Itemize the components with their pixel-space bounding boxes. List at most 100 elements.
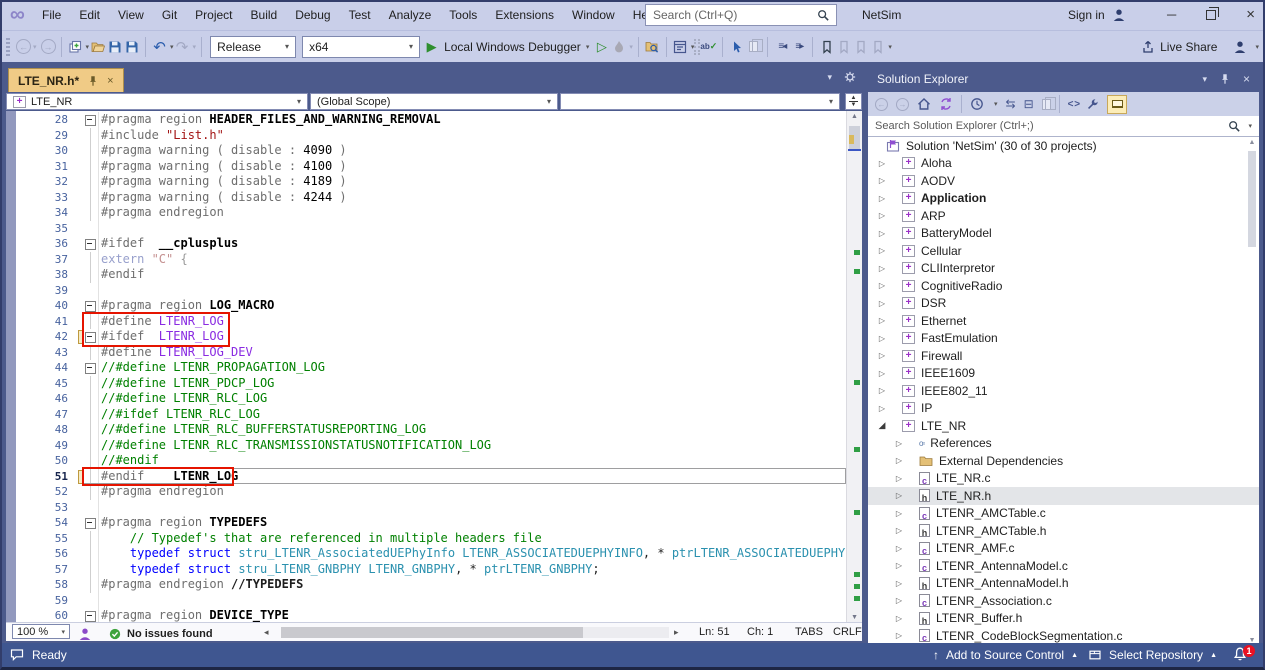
line-number[interactable]: 48	[16, 422, 78, 438]
code-line-37[interactable]: 37extern "C" {	[16, 252, 846, 268]
close-panel-icon[interactable]: ×	[1243, 72, 1250, 86]
collapsed-arrow-icon[interactable]: ▷	[893, 439, 905, 448]
tree-scrollbar[interactable]: ▲ ▲	[1246, 137, 1258, 645]
find-in-files-button[interactable]	[644, 36, 661, 58]
line-number[interactable]: 47	[16, 407, 78, 423]
collapsed-arrow-icon[interactable]: ▷	[893, 509, 905, 518]
tree-item-ltenr-amf-c[interactable]: ▷cLTENR_AMF.c	[868, 540, 1259, 558]
scroll-down-arrow[interactable]: ▲	[847, 613, 862, 620]
line-number[interactable]: 46	[16, 391, 78, 407]
line-number[interactable]: 36	[16, 236, 78, 252]
tree-scroll-up[interactable]: ▲	[1246, 139, 1258, 146]
pending-changes-filter-button[interactable]	[970, 97, 984, 111]
tree-item-ieee802-11[interactable]: ▷+IEEE802_11	[868, 382, 1259, 400]
tree-item-ltenr-amctable-c[interactable]: ▷cLTENR_AMCTable.c	[868, 505, 1259, 523]
code-line-46[interactable]: 46//#define LTENR_RLC_LOG	[16, 391, 846, 407]
spell-check-button[interactable]: ab✓	[700, 36, 717, 58]
close-button[interactable]: ×	[1246, 0, 1255, 30]
collapsed-arrow-icon[interactable]: ▷	[876, 264, 888, 273]
menu-project[interactable]: Project	[186, 0, 241, 30]
code-line-33[interactable]: 33#pragma warning ( disable : 4244 )	[16, 190, 846, 206]
tree-item-aloha[interactable]: ▷+Aloha	[868, 155, 1259, 173]
tree-item-batterymodel[interactable]: ▷+BatteryModel	[868, 225, 1259, 243]
line-number[interactable]: 33	[16, 190, 78, 206]
platform-combo[interactable]: x64▾	[302, 36, 420, 58]
collapsed-arrow-icon[interactable]: ▷	[876, 246, 888, 255]
code-editor[interactable]: 28#pragma region HEADER_FILES_AND_WARNIN…	[6, 111, 862, 622]
tree-item-dsr[interactable]: ▷+DSR	[868, 295, 1259, 313]
feedback-person-icon[interactable]	[1233, 40, 1247, 54]
editor-options-gear-icon[interactable]	[844, 71, 856, 83]
code-line-40[interactable]: 40#pragma region LOG_MACRO	[16, 298, 846, 314]
code-line-51[interactable]: 51#endif LTENR_LOG	[16, 469, 846, 485]
tree-item-fastemulation[interactable]: ▷+FastEmulation	[868, 330, 1259, 348]
line-number[interactable]: 37	[16, 252, 78, 268]
collapsed-arrow-icon[interactable]: ▷	[893, 596, 905, 605]
tab-lte-nr-h[interactable]: LTE_NR.h* ×	[8, 68, 124, 92]
new-project-button[interactable]	[67, 36, 84, 58]
horizontal-scrollbar-thumb[interactable]	[281, 627, 583, 638]
restore-button[interactable]	[1206, 10, 1216, 20]
fold-collapse-box[interactable]	[84, 360, 98, 376]
solution-explorer-button[interactable]	[672, 36, 689, 58]
hscroll-left-arrow[interactable]: ◂	[264, 623, 269, 641]
navigate-forward-button[interactable]: →	[41, 39, 56, 54]
tree-item-ethernet[interactable]: ▷+Ethernet	[868, 312, 1259, 330]
line-number[interactable]: 45	[16, 376, 78, 392]
line-number[interactable]: 41	[16, 314, 78, 330]
tree-item-ip[interactable]: ▷+IP	[868, 400, 1259, 418]
tree-item-external-dependencies[interactable]: ▷External Dependencies	[868, 452, 1259, 470]
tree-item-ltenr-codeblocksegmentation-c[interactable]: ▷cLTENR_CodeBlockSegmentation.c	[868, 627, 1259, 645]
code-line-32[interactable]: 32#pragma warning ( disable : 4189 )	[16, 174, 846, 190]
line-number[interactable]: 43	[16, 345, 78, 361]
code-line-52[interactable]: 52#pragma endregion	[16, 484, 846, 500]
clear-bookmarks-button[interactable]	[869, 36, 886, 58]
collapsed-arrow-icon[interactable]: ▷	[876, 176, 888, 185]
code-line-47[interactable]: 47//#ifdef LTENR_RLC_LOG	[16, 407, 846, 423]
menu-git[interactable]: Git	[153, 0, 186, 30]
fold-collapse-box[interactable]	[84, 112, 98, 128]
search-options-dropdown[interactable]: ▾	[1248, 122, 1252, 130]
menu-debug[interactable]: Debug	[286, 0, 339, 30]
navigate-backward-button[interactable]: ←	[16, 39, 31, 54]
line-number[interactable]: 56	[16, 546, 78, 562]
menu-tools[interactable]: Tools	[440, 0, 486, 30]
sign-in-button[interactable]: Sign in	[1068, 0, 1126, 30]
switch-views-button[interactable]: ⇆	[1006, 97, 1016, 111]
line-number[interactable]: 53	[16, 500, 78, 516]
code-line-44[interactable]: 44//#define LTENR_PROPAGATION_LOG	[16, 360, 846, 376]
toolbar-grip[interactable]	[6, 38, 10, 56]
intellicode-icon[interactable]	[78, 625, 92, 643]
menu-test[interactable]: Test	[340, 0, 380, 30]
pin-tab-icon[interactable]	[87, 75, 99, 87]
close-tab-icon[interactable]: ×	[107, 75, 113, 87]
tree-item-ltenr-amctable-h[interactable]: ▷hLTENR_AMCTable.h	[868, 522, 1259, 540]
collapsed-arrow-icon[interactable]: ▷	[876, 369, 888, 378]
fold-collapse-box[interactable]	[84, 236, 98, 252]
toolbar-overflow-dropdown[interactable]: ▾	[888, 43, 892, 51]
line-number[interactable]: 55	[16, 531, 78, 547]
tree-item-solution-netsim-30-of-30-projects-[interactable]: Solution 'NetSim' (30 of 30 projects)	[868, 137, 1259, 155]
redo-dropdown[interactable]: ▾	[193, 43, 197, 51]
filter-dropdown[interactable]: ▾	[994, 100, 998, 108]
save-all-button[interactable]	[123, 36, 140, 58]
minimize-button[interactable]: ─	[1167, 0, 1176, 30]
tree-item-firewall[interactable]: ▷+Firewall	[868, 347, 1259, 365]
line-number[interactable]: 44	[16, 360, 78, 376]
start-debugging-button[interactable]: ▶	[423, 36, 440, 58]
line-number[interactable]: 28	[16, 112, 78, 128]
collapsed-arrow-icon[interactable]: ▷	[876, 404, 888, 413]
code-line-50[interactable]: 50//#endif	[16, 453, 846, 469]
collapsed-arrow-icon[interactable]: ▷	[893, 579, 905, 588]
tree-item-cognitiveradio[interactable]: ▷+CognitiveRadio	[868, 277, 1259, 295]
tree-item-cliinterpretor[interactable]: ▷+CLIInterpretor	[868, 260, 1259, 278]
tree-item-ltenr-buffer-h[interactable]: ▷hLTENR_Buffer.h	[868, 610, 1259, 628]
collapsed-arrow-icon[interactable]: ▷	[893, 544, 905, 553]
line-number[interactable]: 39	[16, 283, 78, 299]
view-code-button[interactable]: < >	[1068, 99, 1079, 110]
code-line-35[interactable]: 35	[16, 221, 846, 237]
collapse-all-button[interactable]: ⊟	[1024, 97, 1034, 111]
code-line-57[interactable]: 57 typedef struct stru_LTENR_GNBPHY LTEN…	[16, 562, 846, 578]
zoom-level-combo[interactable]: 100 %▾	[12, 624, 70, 639]
redo-button[interactable]: ↷	[174, 36, 191, 58]
